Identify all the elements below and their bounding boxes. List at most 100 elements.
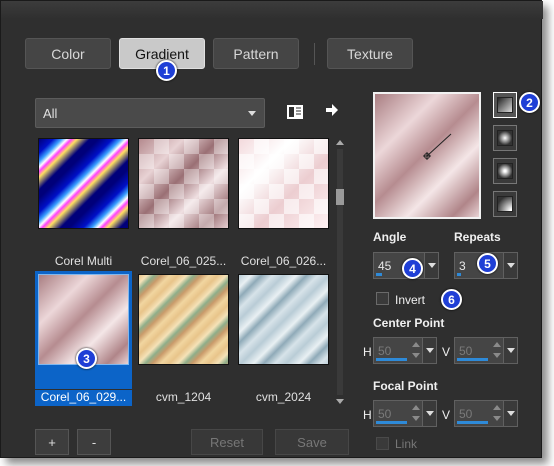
center-v-spinbox[interactable]: 50 — [454, 337, 518, 364]
category-select-value: All — [43, 105, 58, 121]
center-v-dropdown-button[interactable] — [503, 338, 517, 363]
chevron-down-icon[interactable] — [493, 353, 501, 358]
center-h-label: H — [363, 345, 372, 359]
center-v-stepper[interactable] — [492, 340, 502, 361]
focal-h-spinbox[interactable]: 50 — [373, 400, 437, 427]
chevron-down-icon[interactable] — [493, 416, 501, 421]
angle-handle[interactable] — [375, 94, 479, 217]
focal-h-value: 50 — [378, 407, 392, 421]
callout-badge-4: 4 — [402, 258, 423, 279]
center-v-level-bar — [457, 358, 488, 361]
chevron-up-icon[interactable] — [412, 405, 420, 410]
tab-texture-label: Texture — [347, 45, 393, 62]
style-rectangular-button[interactable] — [493, 125, 517, 151]
tab-texture[interactable]: Texture — [327, 38, 413, 69]
gradient-item-corel-06-025[interactable]: Corel_06_025... — [135, 135, 232, 268]
chevron-down-icon[interactable] — [412, 416, 420, 421]
invert-checkbox[interactable] — [376, 292, 389, 305]
library-icon[interactable] — [284, 101, 306, 123]
focal-v-label: V — [442, 408, 451, 422]
radial-style-icon — [497, 163, 513, 179]
style-linear-button[interactable] — [493, 92, 517, 118]
gradient-label: cvm_2024 — [255, 390, 312, 404]
arrow-right-icon[interactable] — [321, 99, 343, 121]
chevron-down-icon[interactable] — [412, 353, 420, 358]
focal-v-dropdown-button[interactable] — [503, 401, 517, 426]
focal-v-level-bar — [457, 421, 488, 424]
chevron-up-icon[interactable] — [493, 342, 501, 347]
scrollbar-track[interactable] — [337, 149, 343, 395]
remove-gradient-button[interactable]: - — [77, 429, 111, 455]
reset-button-label: Reset — [210, 434, 244, 450]
focal-v-value: 50 — [459, 407, 473, 421]
chevron-down-icon — [248, 111, 256, 116]
tab-color[interactable]: Color — [25, 38, 111, 69]
callout-badge-3: 3 — [76, 348, 97, 369]
chevron-up-icon[interactable] — [412, 342, 420, 347]
repeats-dropdown-button[interactable] — [503, 253, 517, 278]
focal-h-stepper[interactable] — [411, 403, 421, 424]
rectangular-style-icon — [497, 130, 513, 146]
focal-h-level-bar — [376, 421, 407, 424]
callout-badge-1: 1 — [156, 60, 177, 81]
gradient-item-cvm-2024[interactable]: cvm_2024 — [235, 271, 332, 404]
repeats-label: Repeats — [454, 230, 501, 244]
chevron-up-icon[interactable] — [336, 140, 344, 145]
gradient-label: Corel_06_026... — [240, 254, 327, 268]
gradient-item-corel-06-026[interactable]: Corel_06_026... — [235, 135, 332, 268]
gradient-dialog: Color Gradient Pattern Texture 1 All Cor… — [0, 0, 543, 458]
grid-scrollbar[interactable] — [334, 137, 346, 407]
repeats-value: 3 — [459, 259, 466, 273]
gradient-item-cvm-1204[interactable]: cvm_1204 — [135, 271, 232, 404]
center-v-value: 50 — [459, 344, 473, 358]
gradient-swatch — [38, 138, 129, 229]
angle-label: Angle — [373, 230, 407, 244]
gradient-label: Corel Multi — [54, 254, 113, 268]
gradient-grid: Corel Multi Corel_06_025... Corel_06_026… — [35, 135, 333, 411]
chevron-up-icon[interactable] — [493, 405, 501, 410]
save-button-label: Save — [297, 434, 327, 450]
gradient-label: Corel_06_025... — [140, 254, 227, 268]
gradient-swatch — [138, 138, 229, 229]
center-h-value: 50 — [378, 344, 392, 358]
angle-value: 45 — [378, 259, 392, 273]
gradient-swatch — [138, 274, 229, 365]
focal-v-spinbox[interactable]: 50 — [454, 400, 518, 427]
add-button-label: + — [48, 434, 56, 450]
focal-h-label: H — [363, 408, 372, 422]
sunburst-style-icon — [497, 196, 513, 212]
gradient-item-corel-multi[interactable]: Corel Multi — [35, 135, 132, 268]
center-h-dropdown-button[interactable] — [422, 338, 436, 363]
gradient-swatch — [238, 138, 329, 229]
angle-dropdown-button[interactable] — [424, 253, 438, 278]
callout-badge-5: 5 — [477, 253, 498, 274]
linear-style-icon — [497, 97, 513, 113]
category-select[interactable]: All — [35, 98, 265, 128]
style-sunburst-button[interactable] — [493, 191, 517, 217]
focal-h-dropdown-button[interactable] — [422, 401, 436, 426]
tab-gradient-label: Gradient — [135, 45, 189, 62]
link-checkbox[interactable] — [376, 437, 389, 450]
style-radial-button[interactable] — [493, 158, 517, 184]
add-gradient-button[interactable]: + — [35, 429, 69, 455]
focal-point-label: Focal Point — [373, 379, 438, 393]
link-label: Link — [395, 437, 418, 451]
tab-pattern[interactable]: Pattern — [213, 38, 299, 69]
center-v-label: V — [442, 345, 451, 359]
dialog-top-bar — [1, 1, 543, 19]
tab-pattern-label: Pattern — [233, 45, 279, 62]
focal-v-stepper[interactable] — [492, 403, 502, 424]
callout-badge-6: 6 — [441, 289, 462, 310]
center-h-stepper[interactable] — [411, 340, 421, 361]
remove-button-label: - — [91, 434, 97, 450]
center-point-label: Center Point — [373, 316, 445, 330]
center-h-spinbox[interactable]: 50 — [373, 337, 437, 364]
gradient-label: cvm_1204 — [155, 390, 212, 404]
reset-button[interactable]: Reset — [191, 429, 263, 455]
center-h-level-bar — [376, 358, 407, 361]
scrollbar-thumb[interactable] — [336, 189, 344, 205]
gradient-item-corel-06-029[interactable]: Corel_06_029... — [35, 271, 132, 406]
gradient-preview[interactable] — [373, 92, 481, 219]
save-button[interactable]: Save — [275, 429, 349, 455]
chevron-down-icon[interactable] — [336, 399, 344, 404]
